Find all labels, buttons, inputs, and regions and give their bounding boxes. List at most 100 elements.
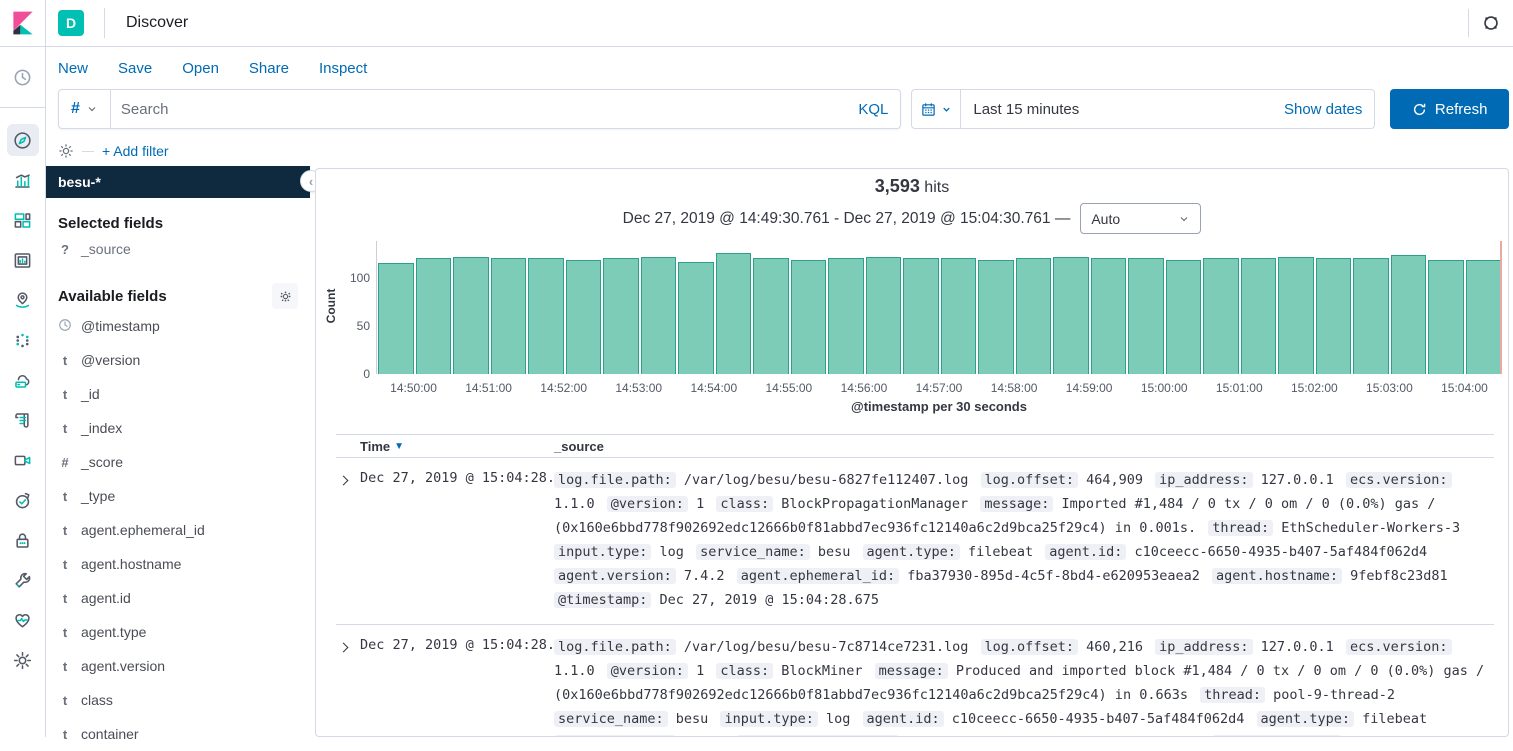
help-icon[interactable] (1469, 14, 1513, 32)
refresh-icon (1412, 102, 1427, 117)
field-item-timestamp[interactable]: @timestamp (58, 309, 298, 343)
fields-settings-gear-icon[interactable] (272, 283, 298, 309)
histogram-bar-15:02:00[interactable] (1316, 258, 1352, 374)
nav-link-open[interactable]: Open (182, 60, 219, 77)
histogram-bar-14:55:30[interactable] (828, 258, 864, 374)
histogram-bar-15:03:30[interactable] (1428, 260, 1464, 374)
show-dates-button[interactable]: Show dates (1284, 101, 1362, 118)
maps-icon[interactable] (7, 284, 39, 316)
histogram-bar-14:50:30[interactable] (453, 257, 489, 374)
field-type-date-icon (58, 318, 72, 335)
histogram-bar-14:53:00[interactable] (641, 257, 677, 374)
histogram-bar-14:59:30[interactable] (1128, 258, 1164, 374)
histogram-bar-14:57:00[interactable] (941, 258, 977, 374)
saved-query-menu-button[interactable]: # (59, 90, 111, 128)
header-zone: New Save Open Share Inspect # KQL Last 15 mi… (46, 47, 1513, 169)
index-pattern-selector[interactable]: besu-* ‹ (46, 166, 310, 198)
time-column-header[interactable]: Time ▼ (336, 439, 554, 454)
nav-link-new[interactable]: New (58, 60, 88, 77)
histogram-bar-14:54:00[interactable] (716, 253, 752, 374)
field-item-id[interactable]: t_id (58, 377, 298, 411)
x-tick-14:51:00: 14:51:00 (465, 381, 512, 395)
field-name: agent.ephemeral_id (81, 522, 205, 538)
histogram-bar-14:52:30[interactable] (603, 258, 639, 374)
field-item-type[interactable]: t_type (58, 479, 298, 513)
filter-options-gear-icon[interactable] (58, 143, 74, 159)
histogram-bar-15:01:00[interactable] (1241, 258, 1277, 374)
histogram-bar-14:56:30[interactable] (903, 258, 939, 374)
monitoring-icon[interactable] (7, 604, 39, 636)
field-item-class[interactable]: tclass (58, 683, 298, 717)
histogram-bar-14:52:00[interactable] (566, 260, 602, 374)
nav-link-save[interactable]: Save (118, 60, 152, 77)
histogram-bar-15:03:00[interactable] (1391, 255, 1427, 374)
expand-row-icon[interactable] (336, 468, 360, 612)
x-tick-14:56:00: 14:56:00 (841, 381, 888, 395)
add-filter-button[interactable]: + Add filter (102, 143, 169, 159)
uptime-icon[interactable] (7, 484, 39, 516)
field-type-icon: t (58, 659, 72, 674)
histogram-bar-14:50:00[interactable] (416, 258, 452, 374)
machine-learning-icon[interactable] (7, 324, 39, 356)
histogram-bar-14:53:30[interactable] (678, 262, 714, 374)
visualize-icon[interactable] (7, 164, 39, 196)
apm-icon[interactable] (7, 444, 39, 476)
field-item-agentephemeralid[interactable]: tagent.ephemeral_id (58, 513, 298, 547)
x-tick-14:50:00: 14:50:00 (390, 381, 437, 395)
kql-language-button[interactable]: KQL (846, 101, 900, 118)
x-tick-15:00:00: 15:00:00 (1141, 381, 1188, 395)
histogram-bar-14:49:30[interactable] (378, 263, 414, 374)
x-tick-14:53:00: 14:53:00 (615, 381, 662, 395)
histogram-bar-15:00:30[interactable] (1203, 258, 1239, 374)
search-input[interactable] (111, 101, 846, 118)
interval-select[interactable]: Auto (1080, 203, 1201, 234)
siem-icon[interactable] (7, 524, 39, 556)
nav-link-share[interactable]: Share (249, 60, 289, 77)
histogram-bar-15:02:30[interactable] (1353, 258, 1389, 374)
recently-viewed-icon[interactable] (7, 61, 39, 93)
histogram-bar-14:58:30[interactable] (1053, 257, 1089, 374)
field-item-agentid[interactable]: tagent.id (58, 581, 298, 615)
source-column-header: _source (554, 439, 1494, 454)
y-tick-100: 100 (350, 271, 370, 285)
refresh-button[interactable]: Refresh (1390, 89, 1509, 129)
calendar-icon-button[interactable] (911, 89, 961, 129)
histogram-bar-14:54:30[interactable] (753, 258, 789, 374)
available-fields-heading: Available fields (58, 283, 298, 309)
histogram-bar-14:56:00[interactable] (866, 257, 902, 374)
current-time-marker (1500, 241, 1502, 374)
field-item-score[interactable]: #_score (58, 445, 298, 479)
dev-tools-icon[interactable] (7, 564, 39, 596)
histogram-bar-15:00:00[interactable] (1166, 260, 1202, 374)
time-range-text: Dec 27, 2019 @ 14:49:30.761 - Dec 27, 20… (623, 210, 1071, 228)
logs-icon[interactable] (7, 404, 39, 436)
field-item-agenttype[interactable]: tagent.type (58, 615, 298, 649)
field-item-agenthostname[interactable]: tagent.hostname (58, 547, 298, 581)
histogram-bar-15:04:00[interactable] (1466, 260, 1502, 374)
histogram-bar-14:51:00[interactable] (491, 258, 527, 374)
nav-link-inspect[interactable]: Inspect (319, 60, 367, 77)
field-item-container[interactable]: tcontainer (58, 717, 298, 751)
field-item-version[interactable]: t@version (58, 343, 298, 377)
kibana-logo[interactable] (0, 0, 46, 46)
table-header: Time ▼ _source (336, 434, 1494, 458)
histogram-bar-14:59:00[interactable] (1091, 258, 1127, 374)
histogram-bar-14:51:30[interactable] (528, 258, 564, 374)
x-tick-14:59:00: 14:59:00 (1066, 381, 1113, 395)
field-item-agentversion[interactable]: tagent.version (58, 649, 298, 683)
discover-icon[interactable] (7, 124, 39, 156)
saved-query-icon: # (71, 100, 80, 118)
histogram-bar-14:57:30[interactable] (978, 260, 1014, 374)
dashboard-icon[interactable] (7, 204, 39, 236)
field-item-source[interactable]: ?_source (58, 232, 298, 266)
histogram-bar-15:01:30[interactable] (1278, 257, 1314, 374)
canvas-icon[interactable] (7, 244, 39, 276)
field-item-index[interactable]: t_index (58, 411, 298, 445)
time-range-value[interactable]: Last 15 minutes (973, 101, 1079, 118)
field-value-pair: input.type: log (720, 711, 850, 727)
metrics-icon[interactable] (7, 364, 39, 396)
expand-row-icon[interactable] (336, 635, 360, 737)
management-icon[interactable] (7, 644, 39, 676)
histogram-bar-14:58:00[interactable] (1016, 258, 1052, 374)
histogram-bar-14:55:00[interactable] (791, 260, 827, 374)
